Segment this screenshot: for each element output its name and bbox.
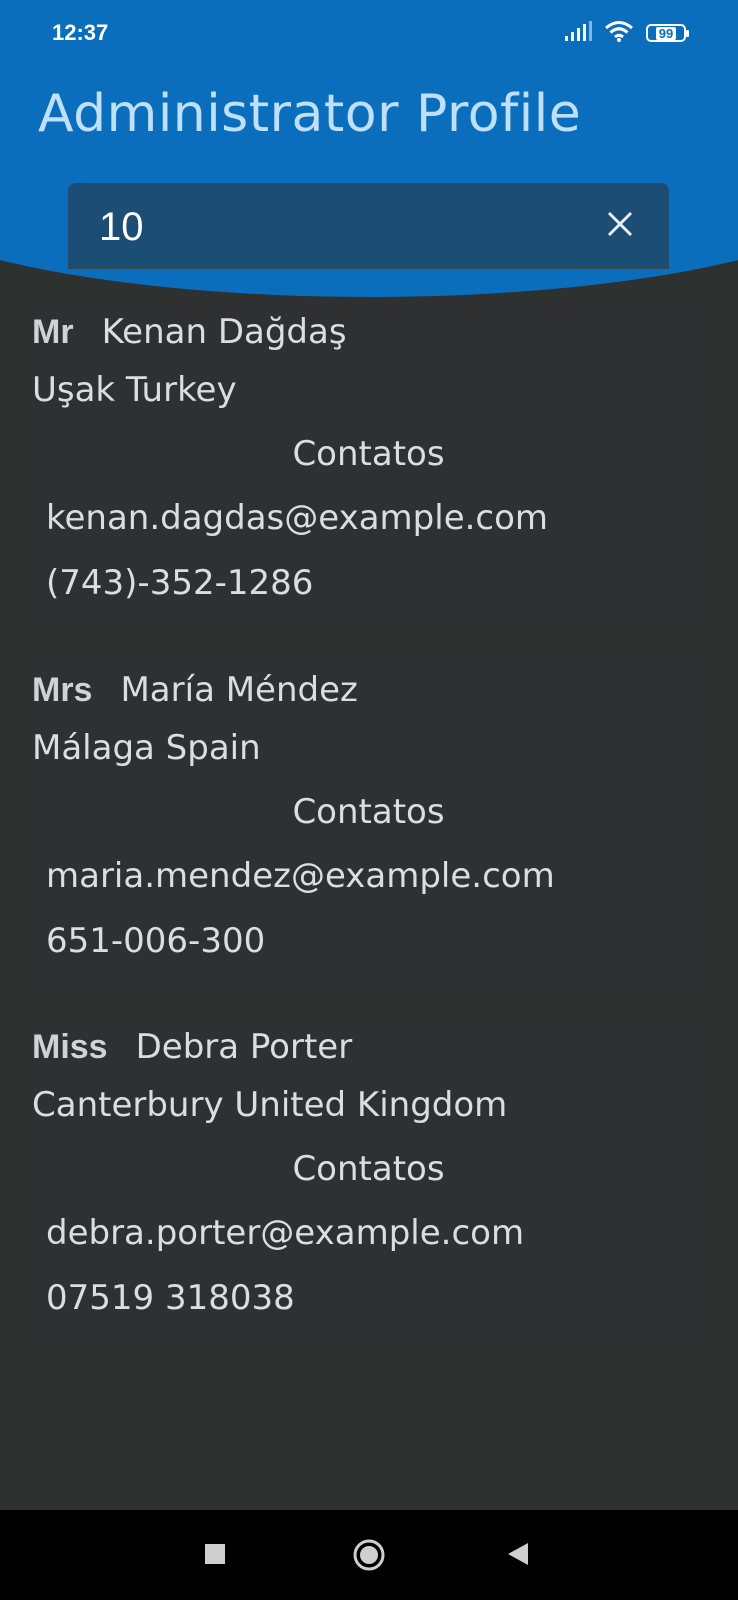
profile-card[interactable]: Miss Debra Porter Canterbury United Kingd…: [29, 1015, 708, 1345]
name-row: Mrs María Méndez: [32, 670, 358, 710]
full-name: Kenan Dağdaş: [101, 312, 347, 352]
battery-icon: 99: [646, 24, 689, 42]
location: Málaga Spain: [32, 728, 261, 768]
triangle-back-icon[interactable]: [506, 1542, 530, 1570]
search-field[interactable]: 10: [68, 183, 669, 269]
location: Uşak Turkey: [32, 370, 237, 410]
status-bar: 12:37 99: [0, 0, 738, 68]
wifi-icon: [604, 20, 634, 46]
square-icon[interactable]: [203, 1542, 227, 1570]
email[interactable]: kenan.dagdas@example.com: [46, 498, 548, 538]
battery-level: 99: [655, 26, 677, 40]
phone[interactable]: 07519 318038: [46, 1278, 295, 1318]
system-nav-bar: [0, 1510, 738, 1600]
salutation: Miss: [32, 1028, 108, 1066]
full-name: Debra Porter: [135, 1027, 353, 1067]
full-name: María Méndez: [120, 670, 358, 710]
name-row: Mr Kenan Dağdaş: [32, 312, 347, 352]
contacts-heading: Contatos: [292, 792, 445, 832]
email[interactable]: debra.porter@example.com: [46, 1213, 524, 1253]
app-header: 12:37 99 Administrator Profile 10: [0, 0, 738, 300]
salutation: Mrs: [32, 671, 93, 709]
phone[interactable]: 651-006-300: [46, 921, 265, 961]
status-time: 12:37: [52, 20, 109, 45]
salutation: Mr: [32, 313, 74, 351]
email[interactable]: maria.mendez@example.com: [46, 856, 555, 896]
location: Canterbury United Kingdom: [32, 1085, 508, 1125]
signal-icon: [564, 21, 592, 45]
circle-icon[interactable]: [352, 1538, 386, 1576]
page-title: Administrator Profile: [38, 84, 582, 144]
profile-card[interactable]: Mrs María Méndez Málaga Spain Contatos ma…: [29, 658, 708, 988]
search-input[interactable]: 10: [99, 205, 144, 250]
contacts-heading: Contatos: [292, 1149, 445, 1189]
contacts-heading: Contatos: [292, 434, 445, 474]
profile-card[interactable]: Mr Kenan Dağdaş Uşak Turkey Contatos kena…: [29, 300, 708, 630]
close-icon[interactable]: [605, 209, 635, 239]
status-icons: 99: [564, 20, 689, 46]
name-row: Miss Debra Porter: [32, 1027, 352, 1067]
phone[interactable]: (743)-352-1286: [46, 563, 313, 603]
